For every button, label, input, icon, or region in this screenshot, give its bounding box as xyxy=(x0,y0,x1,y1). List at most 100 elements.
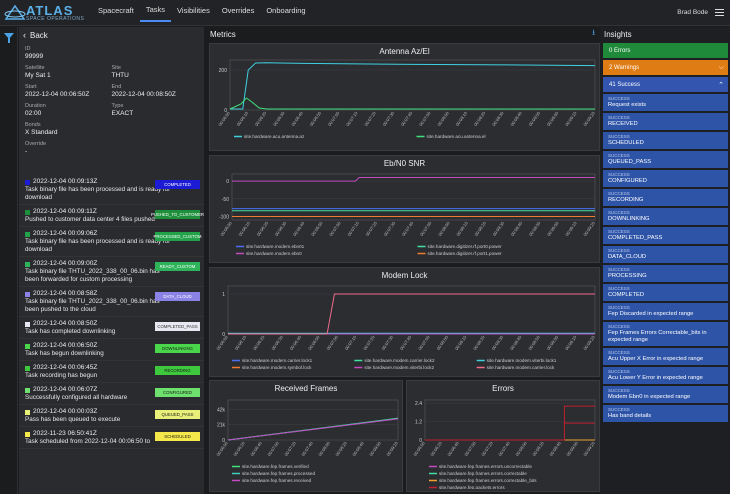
legend-label[interactable]: site.hardware.modem.carrier.lock1 xyxy=(242,358,313,363)
chart-title: Errors xyxy=(492,384,514,393)
event-status-dot xyxy=(25,291,30,297)
hamburger-menu-icon[interactable] xyxy=(715,9,724,16)
legend-label[interactable]: site.hardware.modem.carrier.lock2 xyxy=(364,358,435,363)
insight-card[interactable]: SUCCESS RECORDING xyxy=(603,189,728,206)
insight-card[interactable]: SUCCESS Request exists xyxy=(603,94,728,111)
nav-tab-tasks[interactable]: Tasks xyxy=(139,0,172,22)
chart-ebn0-svg: 0 -50 -10000:06:00 00:06:10 00:06:20 00:06:30… xyxy=(219,173,596,256)
series-line xyxy=(425,405,595,441)
event-message: Task binary file THTU_2022_338_00_06.bin… xyxy=(25,268,160,283)
nav-tab-spacecraft[interactable]: Spacecraft xyxy=(92,0,140,22)
insight-card[interactable]: SUCCESS Has band details xyxy=(603,405,728,422)
nav-tab-visibilities[interactable]: Visibilities xyxy=(171,0,216,22)
atlas-logo[interactable]: ATLAS SPACE OPERATIONS xyxy=(0,4,92,22)
legend-label[interactable]: site.hardware.fep.frames.verified xyxy=(242,464,309,469)
legend-label[interactable]: site.hardware.modem.viterbi.lock2 xyxy=(364,365,434,370)
x-tick-label: 00:06:00 xyxy=(219,220,233,237)
nav-tab-overrides[interactable]: Overrides xyxy=(216,0,261,22)
insight-card[interactable]: SUCCESS QUEUED_PASS xyxy=(603,151,728,168)
x-tick-label: 00:09:10 xyxy=(564,220,578,237)
event-status-dot xyxy=(25,431,30,437)
event-status-badge: PUSHED_TO_CUSTOMER xyxy=(150,210,204,219)
insight-card[interactable]: SUCCESS PROCESSING xyxy=(603,265,728,282)
insight-card[interactable]: SUCCESS DOWNLINKING xyxy=(603,208,728,225)
chevron-down-icon: ⌵ xyxy=(718,63,724,71)
legend-label[interactable]: site.hardware.modem.ebn01 xyxy=(246,244,305,249)
x-tick-label: 00:07:50 xyxy=(418,110,432,127)
insight-card[interactable]: SUCCESS Acu Lower Y Error in expected ran… xyxy=(603,367,728,384)
insight-list: SUCCESS Request exists SUCCESS RECEIVED SUCC… xyxy=(600,94,730,422)
warnings-count: 2 Warnings xyxy=(609,64,640,71)
user-name[interactable]: Brad Bode xyxy=(677,9,708,16)
errors-summary-bar[interactable]: 0 Errors xyxy=(603,43,728,58)
legend-label[interactable]: site.hardware.modem.carrier.lock xyxy=(487,365,555,370)
success-summary-bar[interactable]: 41 Success ⌃ xyxy=(603,77,728,92)
timeline-event: 2022-12-04 00:08:58Z Task binary file THT… xyxy=(19,287,204,317)
insight-card[interactable]: SUCCESS COMPLETED xyxy=(603,284,728,301)
x-tick-label: 00:06:00 xyxy=(412,440,426,457)
insight-card[interactable]: SUCCESS CONFIGURED xyxy=(603,170,728,187)
insight-text: QUEUED_PASS xyxy=(608,159,652,165)
back-button[interactable]: ‹ Back xyxy=(19,28,204,42)
x-tick-label: 00:06:20 xyxy=(256,220,270,237)
legend-label[interactable]: site.hardware.modem.symbol.lock xyxy=(242,365,312,370)
nav-tab-onboarding[interactable]: Onboarding xyxy=(260,0,311,22)
x-tick-label: 00:06:30 xyxy=(272,110,286,127)
x-tick-label: 00:08:00 xyxy=(437,220,451,237)
insight-card[interactable]: SUCCESS Fep Discarded in expected range xyxy=(603,303,728,320)
insight-text: Has band details xyxy=(608,413,652,419)
y-tick-label: 2.4 xyxy=(415,401,422,407)
insight-card[interactable]: SUCCESS COMPLETED_PASS xyxy=(603,227,728,244)
x-tick-label: 00:06:00 xyxy=(215,334,229,351)
insight-card[interactable]: SUCCESS SCHEDULED xyxy=(603,132,728,149)
x-tick-label: 00:07:20 xyxy=(480,440,494,457)
legend-label[interactable]: site.hardware.fep.frames.errors.uncorrec… xyxy=(439,464,532,469)
insight-card[interactable]: SUCCESS Modem Ebn0 in expected range xyxy=(603,386,728,403)
legend-label[interactable]: site.hardware.modem.ebn0 xyxy=(246,251,302,256)
left-rail xyxy=(0,27,18,494)
legend-label[interactable]: site.hardware.acu.antenna.az xyxy=(244,134,305,139)
start-value: 2022-12-04 00:06:50Z xyxy=(25,91,90,98)
x-tick-label: 00:06:10 xyxy=(236,110,250,127)
metrics-title: Metrics xyxy=(210,29,236,39)
timeline-event: 2022-12-04 00:00:03Z Pass has been queued… xyxy=(19,405,204,427)
insight-card[interactable]: SUCCESS DATA_CLOUD xyxy=(603,246,728,263)
x-tick-label: 00:07:00 xyxy=(328,220,342,237)
insight-text: RECEIVED xyxy=(608,121,638,127)
warnings-summary-bar[interactable]: 2 Warnings ⌵ xyxy=(603,60,728,75)
legend-label[interactable]: site.hardware.fep.frames.errors.correcta… xyxy=(439,478,537,483)
legend-label[interactable]: site.hardware.fep.frames.processed xyxy=(242,471,315,476)
x-tick-label: 00:06:00 xyxy=(217,110,231,127)
legend-label[interactable]: site.hardware.digitizer.rf.port1.power xyxy=(428,251,503,256)
x-tick-label: 00:06:50 xyxy=(309,110,323,127)
download-icon[interactable]: ⭳ xyxy=(592,27,595,41)
x-tick-label: 00:08:20 xyxy=(334,440,348,457)
legend-label[interactable]: site.hardware.digitizer.rf.port0.power xyxy=(428,244,503,249)
legend-label[interactable]: site.hardware.fep.frames.received xyxy=(242,478,312,483)
x-tick-label: 00:07:20 xyxy=(283,440,297,457)
insight-text: Acu Lower Y Error in expected range xyxy=(608,375,703,381)
filter-icon[interactable] xyxy=(4,33,14,43)
event-timestamp: 2022-12-04 00:08:50Z xyxy=(33,320,98,327)
event-status-dot xyxy=(25,409,30,415)
legend-label[interactable]: site.hardware.modem.viterbi.lock1 xyxy=(487,358,557,363)
x-tick-label: 00:07:10 xyxy=(346,220,360,237)
y-tick-label: 200 xyxy=(219,68,228,74)
event-timestamp: 2022-12-04 00:09:00Z xyxy=(33,260,98,267)
legend-label[interactable]: site.hardware.fep.frames.errors.correcta… xyxy=(439,471,527,476)
event-status-badge: DATA_CLOUD xyxy=(155,292,200,301)
insight-card[interactable]: SUCCESS RECEIVED xyxy=(603,113,728,130)
legend-label[interactable]: site.hardware.acu.antenna.el xyxy=(427,134,486,139)
insight-card[interactable]: SUCCESS Fep Frames Errors Correctable_bit… xyxy=(603,322,728,346)
event-timestamp: 2022-12-04 00:09:13Z xyxy=(33,178,98,185)
plot-area xyxy=(227,285,596,335)
x-tick-label: 00:07:40 xyxy=(399,334,413,351)
event-status-badge: COMPLETED_PASS xyxy=(155,322,200,331)
x-tick-label: 00:06:20 xyxy=(252,334,266,351)
chevron-left-icon: ‹ xyxy=(23,30,26,40)
chart-title: Modem Lock xyxy=(381,271,428,280)
y-tick-label: 21k xyxy=(217,423,226,429)
legend-label[interactable]: site.hardware.fep.packets.errors xyxy=(439,485,505,490)
x-tick-label: 00:08:40 xyxy=(509,110,523,127)
insight-card[interactable]: SUCCESS Acu Upper X Error in expected ran… xyxy=(603,348,728,365)
